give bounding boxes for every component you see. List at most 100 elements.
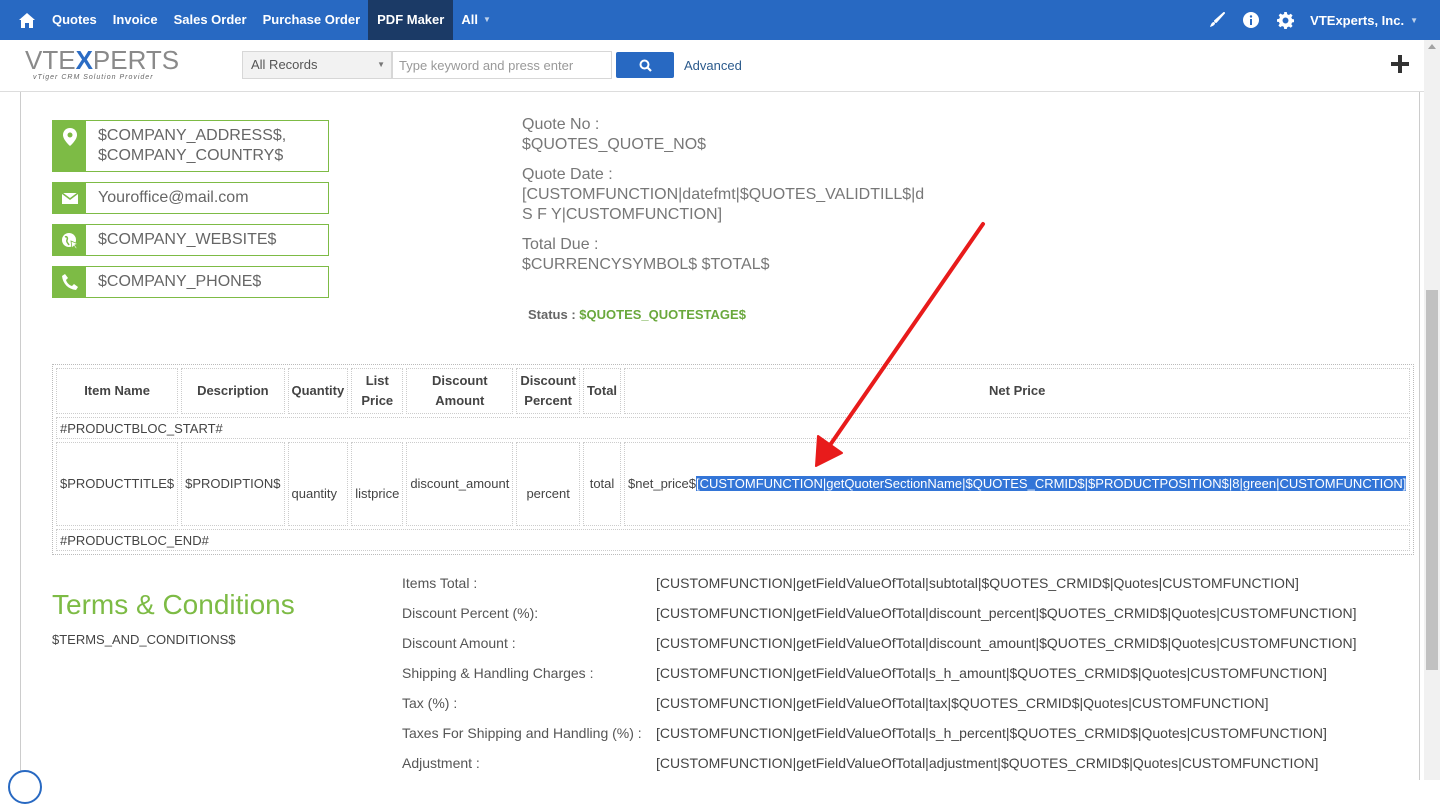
caret-down-icon: ▼ [377, 60, 385, 69]
header-label: Amount [435, 393, 485, 408]
nav-item-label: All [461, 12, 478, 27]
nav-item-all[interactable]: All ▼ [453, 0, 499, 40]
scrollbar-thumb[interactable] [1426, 290, 1438, 670]
logo-tagline: vTiger CRM Solution Provider [33, 74, 154, 81]
total-due-value: $CURRENCYSYMBOL$ $TOTAL$ [522, 256, 770, 273]
quote-date-label: Quote Date : [522, 166, 613, 183]
table-row: #PRODUCTBLOC_START# [56, 417, 1411, 439]
cell-percent[interactable]: percent [516, 442, 580, 526]
header-label: Quantity [291, 383, 345, 398]
header-label: Total [586, 383, 618, 398]
col-header-description: Description [181, 368, 285, 414]
website-box[interactable]: $COMPANY_WEBSITE$ [52, 224, 329, 256]
records-select-value: All Records [251, 57, 318, 72]
quote-no-label: Quote No : [522, 116, 600, 133]
help-widget-icon[interactable] [8, 770, 42, 804]
scroll-up-icon[interactable] [1428, 44, 1436, 49]
totals-label: Tax (%) : [402, 695, 458, 711]
info-icon[interactable] [1234, 0, 1268, 40]
nav-item-sales-order[interactable]: Sales Order [166, 0, 255, 40]
company-email: Youroffice@mail.com [98, 189, 249, 206]
cell-total[interactable]: total [582, 442, 622, 526]
table-row: $PRODUCTTITLE$ $PRODIPTION$ quantity lis… [56, 442, 1411, 526]
page-scrollbar[interactable] [1424, 40, 1440, 780]
company-name: VTExperts, Inc. [1310, 12, 1405, 28]
logo-text: VTE [25, 45, 76, 75]
product-bloc-start[interactable]: #PRODUCTBLOC_START# [56, 417, 1411, 439]
header-label: Description [197, 383, 269, 398]
nav-item-label: Purchase Order [262, 12, 361, 27]
envelope-icon [53, 183, 86, 213]
cell-discount-amount[interactable]: discount_amount [406, 442, 514, 526]
company-address: $COMPANY_ADDRESS$, [98, 127, 287, 144]
quote-date-value: [CUSTOMFUNCTION|datefmt|$QUOTES_VALIDTIL… [522, 186, 925, 203]
col-header-discount-percent: Discount Percent [516, 368, 580, 414]
records-select[interactable]: All Records ▼ [242, 51, 392, 79]
company-menu[interactable]: VTExperts, Inc. ▼ [1310, 13, 1418, 28]
totals-value: [CUSTOMFUNCTION|getFieldValueOfTotal|dis… [656, 605, 1357, 621]
table-row: #PRODUCTBLOC_END# [56, 529, 1411, 551]
cell-net-price[interactable]: $net_price$[CUSTOMFUNCTION|getQuoterSect… [624, 442, 1411, 526]
chevron-down-icon: ▼ [1410, 15, 1418, 25]
quote-date-block: Quote Date : [CUSTOMFUNCTION|datefmt|$QU… [522, 165, 924, 225]
header-label: Item Name [84, 383, 150, 398]
navbar-right: VTExperts, Inc. ▼ [1200, 0, 1418, 40]
col-header-total: Total [582, 368, 622, 414]
gear-icon[interactable] [1268, 0, 1302, 40]
col-header-net-price: Net Price [624, 368, 1411, 414]
terms-value: $TERMS_AND_CONDITIONS$ [52, 632, 236, 647]
header-label: Discount [520, 373, 576, 388]
nav-item-quotes[interactable]: Quotes [44, 0, 105, 40]
email-box[interactable]: Youroffice@mail.com [52, 182, 329, 214]
header-label: Discount [432, 373, 488, 388]
totals-label: Shipping & Handling Charges : [402, 665, 594, 681]
col-header-quantity: Quantity [287, 368, 349, 414]
net-price-token: $net_price$ [628, 475, 696, 491]
add-icon[interactable] [1388, 52, 1412, 76]
status-value: $QUOTES_QUOTESTAGE$ [579, 307, 746, 322]
total-due-block: Total Due : $CURRENCYSYMBOL$ $TOTAL$ [522, 235, 769, 275]
home-icon[interactable] [0, 0, 44, 40]
cell-listprice[interactable]: listprice [351, 442, 404, 526]
search-button[interactable] [616, 52, 674, 78]
quote-date-value: S F Y|CUSTOMFUNCTION] [522, 206, 723, 223]
cell-product-description[interactable]: $PRODIPTION$ [181, 442, 285, 526]
vtexperts-logo[interactable]: VTEXPERTS vTiger CRM Solution Provider [25, 47, 185, 85]
phone-box[interactable]: $COMPANY_PHONE$ [52, 266, 329, 298]
header-label: Price [361, 393, 394, 408]
nav-item-purchase-order[interactable]: Purchase Order [255, 0, 369, 40]
logo-text-x: X [75, 45, 93, 75]
company-phone: $COMPANY_PHONE$ [98, 273, 262, 290]
nav-item-invoice[interactable]: Invoice [105, 0, 166, 40]
totals-label: Discount Percent (%): [402, 605, 539, 621]
header-label: List [365, 373, 389, 388]
quote-number-block: Quote No : $QUOTES_QUOTE_NO$ [522, 115, 706, 155]
totals-value: [CUSTOMFUNCTION|getFieldValueOfTotal|tax… [656, 695, 1269, 711]
map-pin-icon [53, 121, 86, 171]
totals-value: [CUSTOMFUNCTION|getFieldValueOfTotal|dis… [656, 635, 1357, 651]
nav-item-label: Invoice [112, 12, 158, 27]
company-country: $COMPANY_COUNTRY$ [98, 147, 284, 164]
col-header-discount-amount: Discount Amount [406, 368, 514, 414]
search-input[interactable] [392, 51, 612, 79]
globe-cursor-icon [53, 225, 86, 255]
totals-value: [CUSTOMFUNCTION|getFieldValueOfTotal|s_h… [656, 725, 1327, 741]
advanced-search-link[interactable]: Advanced [684, 58, 742, 73]
product-bloc-end[interactable]: #PRODUCTBLOC_END# [56, 529, 1411, 551]
status-line: Status : $QUOTES_QUOTESTAGE$ [528, 307, 746, 322]
nav-item-pdf-maker[interactable]: PDF Maker [368, 0, 454, 40]
terms-heading: Terms & Conditions [52, 589, 295, 620]
product-table[interactable]: Item Name Description Quantity List Price… [52, 364, 1415, 555]
brush-icon[interactable] [1200, 0, 1234, 40]
phone-icon [53, 267, 86, 297]
selected-customfunction-text[interactable]: [CUSTOMFUNCTION|getQuoterSectionName|$QU… [696, 475, 1407, 491]
totals-label: Items Total : [402, 575, 478, 591]
cell-quantity[interactable]: quantity [287, 442, 349, 526]
header-label: Percent [524, 393, 572, 408]
cell-product-title[interactable]: $PRODUCTTITLE$ [56, 442, 179, 526]
nav-item-label: PDF Maker [377, 12, 445, 27]
company-website: $COMPANY_WEBSITE$ [98, 231, 277, 248]
address-box[interactable]: $COMPANY_ADDRESS$, $COMPANY_COUNTRY$ [52, 120, 329, 172]
quote-no-value: $QUOTES_QUOTE_NO$ [522, 136, 707, 153]
table-header-row: Item Name Description Quantity List Price… [56, 368, 1411, 414]
